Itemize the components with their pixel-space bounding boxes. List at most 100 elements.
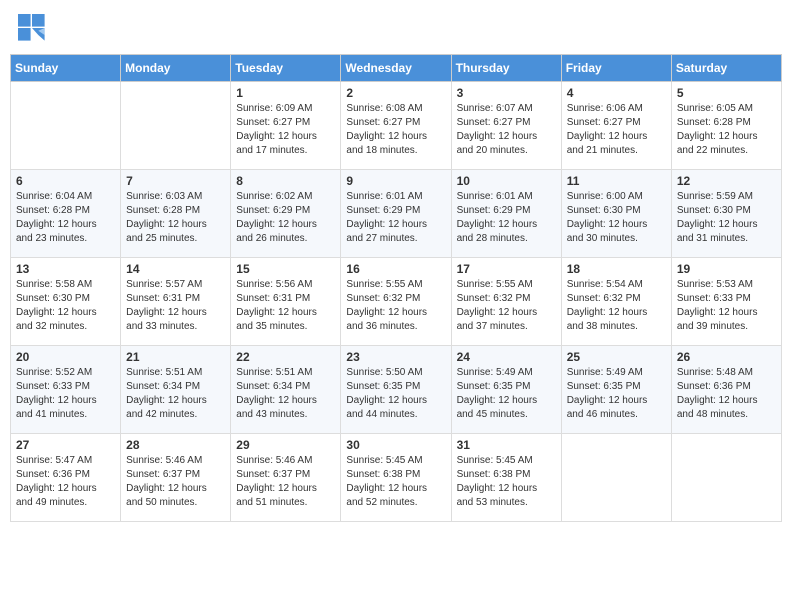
day-info: Sunrise: 5:45 AM Sunset: 6:38 PM Dayligh… <box>457 454 556 510</box>
day-number: 6 <box>16 174 115 188</box>
day-number: 18 <box>567 262 666 276</box>
day-number: 15 <box>236 262 335 276</box>
day-number: 28 <box>126 438 225 452</box>
day-header-sunday: Sunday <box>11 55 121 82</box>
calendar-week-5: 27Sunrise: 5:47 AM Sunset: 6:36 PM Dayli… <box>11 434 782 522</box>
day-number: 3 <box>457 86 556 100</box>
calendar-cell: 24Sunrise: 5:49 AM Sunset: 6:35 PM Dayli… <box>451 346 561 434</box>
day-header-saturday: Saturday <box>671 55 781 82</box>
day-number: 27 <box>16 438 115 452</box>
logo-icon <box>18 14 46 42</box>
day-number: 31 <box>457 438 556 452</box>
calendar-cell: 18 Sunrise: 5:54 AM Sunset: 6:32 PM Dayli… <box>561 258 671 346</box>
calendar-cell: 1 Sunrise: 6:09 AM Sunset: 6:27 PM Daylig… <box>231 82 341 170</box>
calendar-cell <box>121 82 231 170</box>
day-info: Sunrise: 5:51 AM Sunset: 6:34 PM Dayligh… <box>126 366 225 422</box>
calendar-cell: 8 Sunrise: 6:02 AM Sunset: 6:29 PM Daylig… <box>231 170 341 258</box>
day-header-wednesday: Wednesday <box>341 55 451 82</box>
day-header-monday: Monday <box>121 55 231 82</box>
calendar-cell: 14 Sunrise: 5:57 AM Sunset: 6:31 PM Dayli… <box>121 258 231 346</box>
day-number: 10 <box>457 174 556 188</box>
calendar-cell: 17 Sunrise: 5:55 AM Sunset: 6:32 PM Dayli… <box>451 258 561 346</box>
calendar-week-3: 13 Sunrise: 5:58 AM Sunset: 6:30 PM Dayli… <box>11 258 782 346</box>
day-number: 7 <box>126 174 225 188</box>
day-info: Sunrise: 6:00 AM Sunset: 6:30 PM Dayligh… <box>567 190 666 246</box>
day-info: Sunrise: 5:46 AM Sunset: 6:37 PM Dayligh… <box>236 454 335 510</box>
day-info: Sunrise: 6:04 AM Sunset: 6:28 PM Dayligh… <box>16 190 115 246</box>
day-header-tuesday: Tuesday <box>231 55 341 82</box>
calendar-cell: 3 Sunrise: 6:07 AM Sunset: 6:27 PM Daylig… <box>451 82 561 170</box>
day-number: 8 <box>236 174 335 188</box>
calendar-week-2: 6 Sunrise: 6:04 AM Sunset: 6:28 PM Daylig… <box>11 170 782 258</box>
day-number: 30 <box>346 438 445 452</box>
logo <box>18 14 50 42</box>
day-info: Sunrise: 5:50 AM Sunset: 6:35 PM Dayligh… <box>346 366 445 422</box>
day-number: 21 <box>126 350 225 364</box>
day-number: 17 <box>457 262 556 276</box>
day-info: Sunrise: 6:07 AM Sunset: 6:27 PM Dayligh… <box>457 102 556 158</box>
calendar-cell: 31 Sunrise: 5:45 AM Sunset: 6:38 PM Dayli… <box>451 434 561 522</box>
day-header-thursday: Thursday <box>451 55 561 82</box>
day-info: Sunrise: 6:03 AM Sunset: 6:28 PM Dayligh… <box>126 190 225 246</box>
day-number: 20 <box>16 350 115 364</box>
day-info: Sunrise: 5:55 AM Sunset: 6:32 PM Dayligh… <box>346 278 445 334</box>
calendar-cell: 13 Sunrise: 5:58 AM Sunset: 6:30 PM Dayli… <box>11 258 121 346</box>
calendar-cell: 9 Sunrise: 6:01 AM Sunset: 6:29 PM Daylig… <box>341 170 451 258</box>
day-number: 12 <box>677 174 776 188</box>
day-info: Sunrise: 6:06 AM Sunset: 6:27 PM Dayligh… <box>567 102 666 158</box>
day-info: Sunrise: 5:45 AM Sunset: 6:38 PM Dayligh… <box>346 454 445 510</box>
calendar-cell: 2 Sunrise: 6:08 AM Sunset: 6:27 PM Daylig… <box>341 82 451 170</box>
calendar-cell: 25Sunrise: 5:49 AM Sunset: 6:35 PM Dayli… <box>561 346 671 434</box>
calendar-cell: 23 Sunrise: 5:50 AM Sunset: 6:35 PM Dayli… <box>341 346 451 434</box>
calendar-cell: 20 Sunrise: 5:52 AM Sunset: 6:33 PM Dayli… <box>11 346 121 434</box>
day-info: Sunrise: 6:08 AM Sunset: 6:27 PM Dayligh… <box>346 102 445 158</box>
calendar-week-4: 20 Sunrise: 5:52 AM Sunset: 6:33 PM Dayli… <box>11 346 782 434</box>
calendar-cell: 30 Sunrise: 5:45 AM Sunset: 6:38 PM Dayli… <box>341 434 451 522</box>
day-number: 19 <box>677 262 776 276</box>
day-info: Sunrise: 5:48 AM Sunset: 6:36 PM Dayligh… <box>677 366 776 422</box>
day-number: 9 <box>346 174 445 188</box>
day-number: 23 <box>346 350 445 364</box>
day-info: Sunrise: 6:01 AM Sunset: 6:29 PM Dayligh… <box>457 190 556 246</box>
day-info: Sunrise: 5:49 AM Sunset: 6:35 PM Dayligh… <box>457 366 556 422</box>
calendar-cell: 4Sunrise: 6:06 AM Sunset: 6:27 PM Daylig… <box>561 82 671 170</box>
day-number: 25 <box>567 350 666 364</box>
calendar-cell: 27Sunrise: 5:47 AM Sunset: 6:36 PM Dayli… <box>11 434 121 522</box>
calendar-table: SundayMondayTuesdayWednesdayThursdayFrid… <box>10 54 782 522</box>
day-info: Sunrise: 6:09 AM Sunset: 6:27 PM Dayligh… <box>236 102 335 158</box>
day-number: 5 <box>677 86 776 100</box>
day-info: Sunrise: 6:01 AM Sunset: 6:29 PM Dayligh… <box>346 190 445 246</box>
calendar-cell: 11 Sunrise: 6:00 AM Sunset: 6:30 PM Dayli… <box>561 170 671 258</box>
day-number: 11 <box>567 174 666 188</box>
day-info: Sunrise: 6:02 AM Sunset: 6:29 PM Dayligh… <box>236 190 335 246</box>
calendar-cell <box>671 434 781 522</box>
day-info: Sunrise: 5:57 AM Sunset: 6:31 PM Dayligh… <box>126 278 225 334</box>
calendar-cell: 12 Sunrise: 5:59 AM Sunset: 6:30 PM Dayli… <box>671 170 781 258</box>
calendar-cell <box>561 434 671 522</box>
calendar-cell: 26Sunrise: 5:48 AM Sunset: 6:36 PM Dayli… <box>671 346 781 434</box>
day-info: Sunrise: 5:58 AM Sunset: 6:30 PM Dayligh… <box>16 278 115 334</box>
day-number: 16 <box>346 262 445 276</box>
day-info: Sunrise: 5:46 AM Sunset: 6:37 PM Dayligh… <box>126 454 225 510</box>
calendar-cell: 29 Sunrise: 5:46 AM Sunset: 6:37 PM Dayli… <box>231 434 341 522</box>
day-number: 1 <box>236 86 335 100</box>
day-number: 14 <box>126 262 225 276</box>
day-number: 2 <box>346 86 445 100</box>
calendar-cell: 10 Sunrise: 6:01 AM Sunset: 6:29 PM Dayli… <box>451 170 561 258</box>
calendar-cell: 28 Sunrise: 5:46 AM Sunset: 6:37 PM Dayli… <box>121 434 231 522</box>
day-info: Sunrise: 5:52 AM Sunset: 6:33 PM Dayligh… <box>16 366 115 422</box>
day-info: Sunrise: 5:51 AM Sunset: 6:34 PM Dayligh… <box>236 366 335 422</box>
page-header <box>10 10 782 46</box>
day-info: Sunrise: 5:55 AM Sunset: 6:32 PM Dayligh… <box>457 278 556 334</box>
day-number: 22 <box>236 350 335 364</box>
day-info: Sunrise: 5:59 AM Sunset: 6:30 PM Dayligh… <box>677 190 776 246</box>
day-info: Sunrise: 5:56 AM Sunset: 6:31 PM Dayligh… <box>236 278 335 334</box>
day-info: Sunrise: 5:54 AM Sunset: 6:32 PM Dayligh… <box>567 278 666 334</box>
calendar-cell <box>11 82 121 170</box>
day-number: 29 <box>236 438 335 452</box>
day-info: Sunrise: 5:53 AM Sunset: 6:33 PM Dayligh… <box>677 278 776 334</box>
calendar-cell: 7 Sunrise: 6:03 AM Sunset: 6:28 PM Daylig… <box>121 170 231 258</box>
calendar-cell: 15 Sunrise: 5:56 AM Sunset: 6:31 PM Dayli… <box>231 258 341 346</box>
calendar-cell: 16 Sunrise: 5:55 AM Sunset: 6:32 PM Dayli… <box>341 258 451 346</box>
day-number: 13 <box>16 262 115 276</box>
